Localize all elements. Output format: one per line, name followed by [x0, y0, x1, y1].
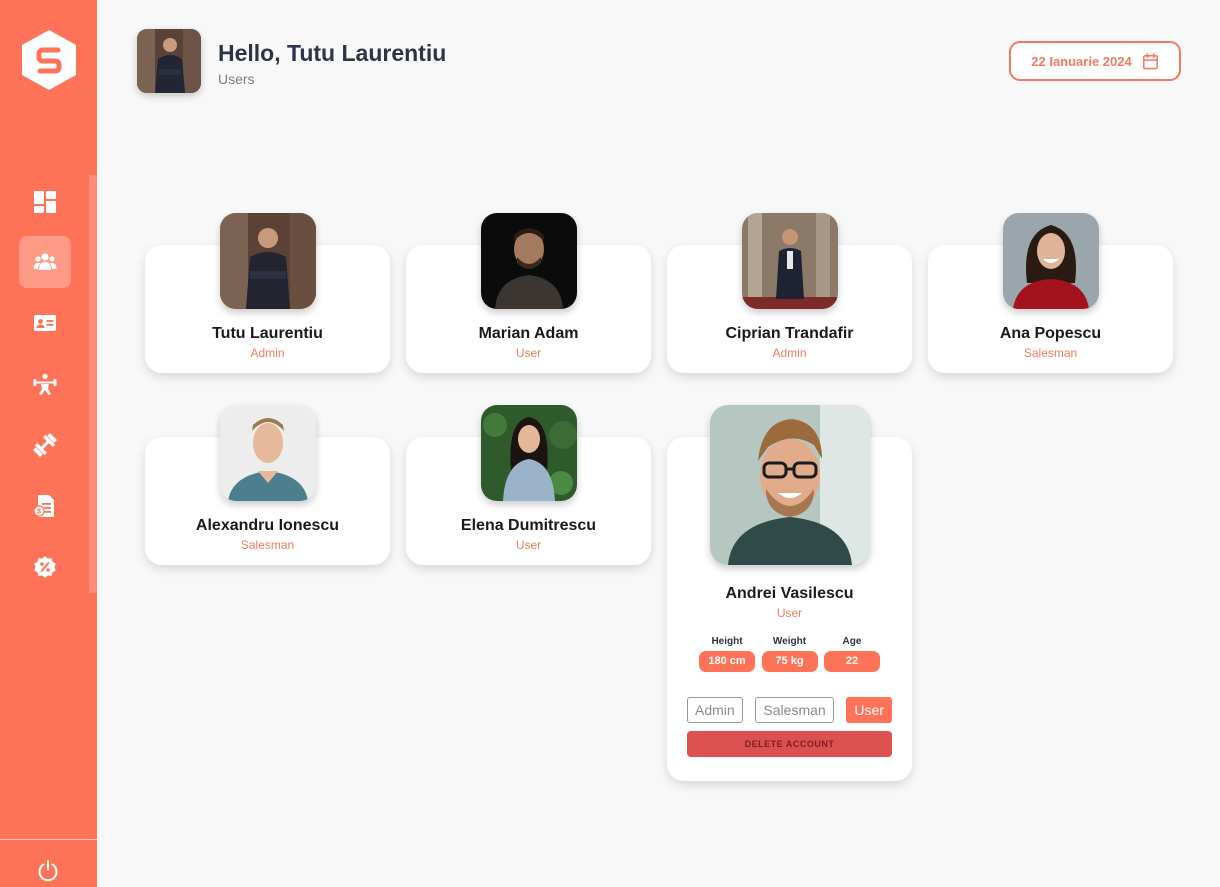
user-card[interactable]: Tutu Laurentiu Admin	[145, 213, 390, 373]
user-name: Ana Popescu	[999, 325, 1102, 342]
user-avatar	[742, 213, 838, 309]
user-card[interactable]: Alexandru Ionescu Salesman	[145, 405, 390, 565]
user-card[interactable]: Elena Dumitrescu User	[406, 405, 651, 565]
user-stats: Height 180 cm Weight 75 kg Age 22	[699, 636, 880, 672]
current-user-avatar[interactable]	[137, 29, 201, 93]
page-greeting: Hello, Tutu Laurentiu	[218, 40, 447, 66]
date-label: 22 Ianuarie 2024	[1031, 53, 1132, 69]
calendar-icon	[1142, 52, 1158, 69]
user-card[interactable]: Marian Adam User	[406, 213, 651, 373]
sidebar-item-users[interactable]	[19, 236, 71, 288]
user-role: User	[515, 538, 542, 552]
user-name: Alexandru Ionescu	[195, 517, 340, 534]
stat-weight: Weight 75 kg	[761, 636, 818, 672]
user-name: Marian Adam	[478, 325, 579, 342]
discount-icon	[34, 556, 56, 578]
sidebar-scrollbar[interactable]	[89, 175, 97, 593]
workout-icon	[33, 373, 57, 395]
user-role: Salesman	[1023, 346, 1078, 360]
user-avatar	[481, 405, 577, 501]
sidebar-item-discounts[interactable]	[19, 541, 71, 593]
dumbbell-icon	[33, 433, 57, 457]
stat-label: Weight	[772, 636, 807, 647]
user-name: Andrei Vasilescu	[725, 585, 854, 602]
user-avatar	[710, 405, 870, 565]
svg-text:$: $	[37, 509, 41, 516]
sidebar-item-workouts[interactable]	[19, 358, 71, 410]
power-icon[interactable]	[36, 859, 60, 883]
user-avatar	[220, 213, 316, 309]
users-icon	[33, 253, 57, 270]
page-subtitle: Users	[218, 71, 255, 87]
sidebar: $	[0, 0, 97, 887]
user-name: Tutu Laurentiu	[212, 325, 323, 342]
user-card[interactable]: Ciprian Trandafir Admin	[667, 213, 912, 373]
stat-age: Age 22	[824, 636, 880, 672]
user-name: Ciprian Trandafir	[725, 325, 854, 342]
user-avatar	[481, 213, 577, 309]
user-card-expanded[interactable]: Andrei Vasilescu User Height 180 cm Weig…	[667, 405, 912, 781]
sidebar-item-equipment[interactable]	[19, 419, 71, 471]
sidebar-item-invoices[interactable]: $	[19, 480, 71, 532]
stat-label: Height	[711, 636, 743, 647]
user-role: Salesman	[240, 538, 295, 552]
date-picker-button[interactable]: 22 Ianuarie 2024	[1009, 41, 1181, 81]
role-selector: Admin Salesman User	[687, 697, 892, 723]
dashboard-icon	[34, 191, 56, 213]
stat-label: Age	[842, 636, 862, 647]
user-role: User	[515, 346, 542, 360]
user-name: Elena Dumitrescu	[460, 517, 597, 534]
sidebar-item-members[interactable]	[19, 297, 71, 349]
user-avatar	[220, 405, 316, 501]
user-role: User	[776, 606, 803, 620]
role-user-button[interactable]: User	[846, 697, 892, 723]
user-card[interactable]: Ana Popescu Salesman	[928, 213, 1173, 373]
stat-value: 180 cm	[699, 651, 755, 672]
stat-value: 75 kg	[761, 651, 818, 672]
logo-icon[interactable]	[21, 29, 77, 91]
delete-account-button[interactable]: DELETE ACCOUNT	[687, 731, 892, 757]
role-salesman-button[interactable]: Salesman	[755, 697, 834, 723]
invoice-icon: $	[33, 495, 54, 517]
stat-height: Height 180 cm	[699, 636, 755, 672]
user-role: Admin	[772, 346, 807, 360]
role-admin-button[interactable]: Admin	[687, 697, 743, 723]
user-role: Admin	[250, 346, 285, 360]
user-avatar	[1003, 213, 1099, 309]
id-card-icon	[34, 315, 56, 331]
sidebar-divider	[0, 839, 97, 840]
sidebar-item-dashboard[interactable]	[19, 176, 71, 228]
stat-value: 22	[824, 651, 880, 672]
